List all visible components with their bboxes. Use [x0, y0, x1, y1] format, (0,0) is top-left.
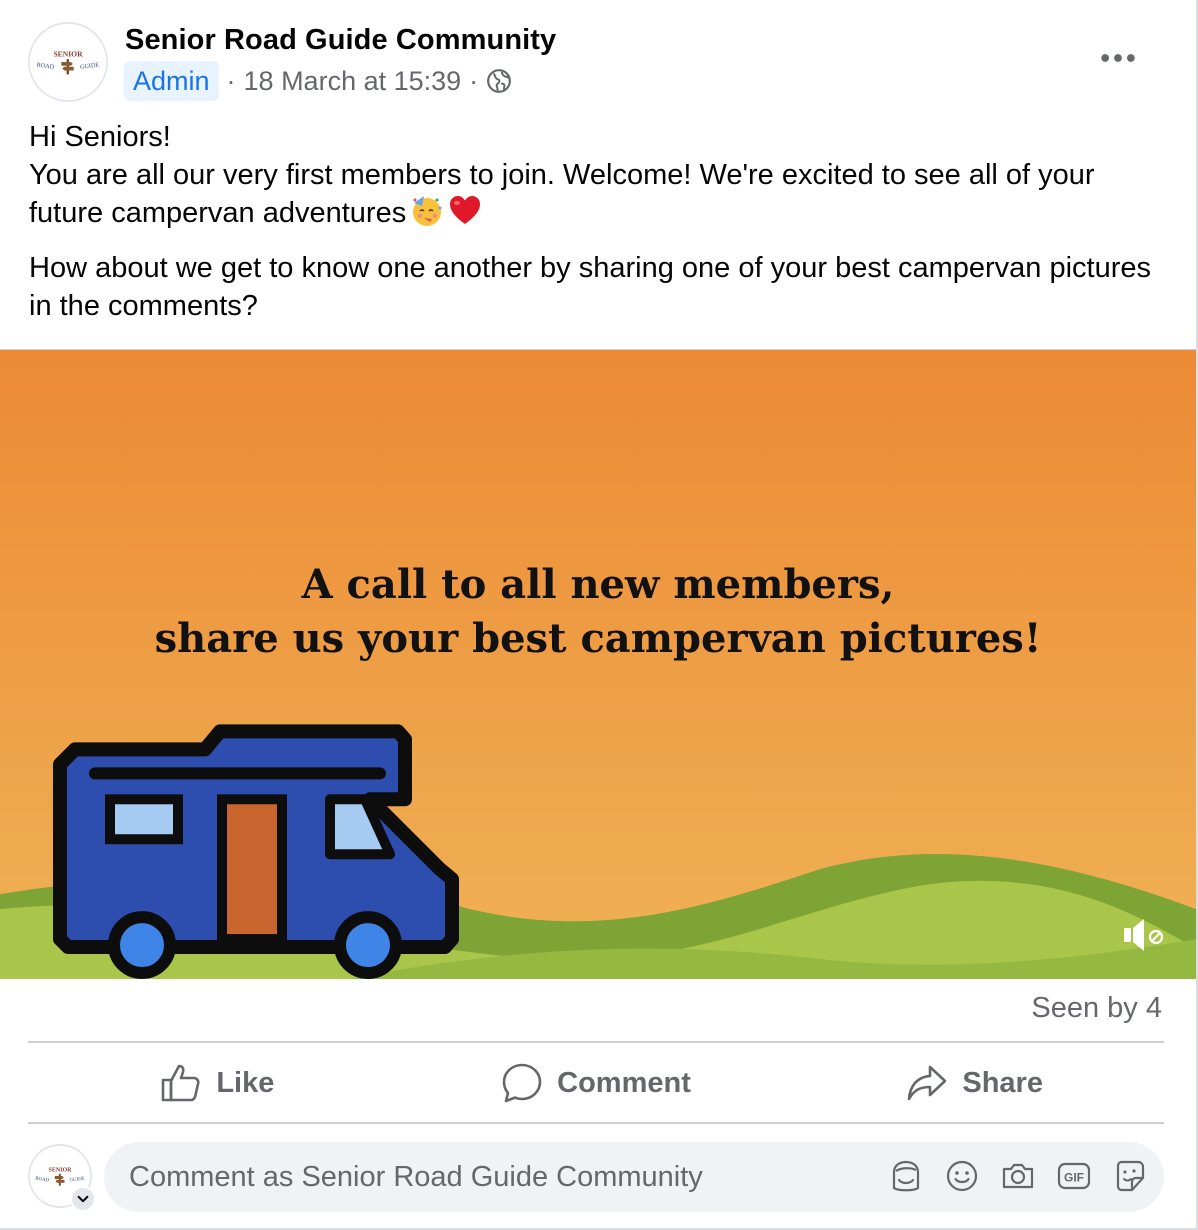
video-headline-line1: A call to all new members,	[301, 561, 895, 608]
gif-icon[interactable]: GIF	[1056, 1158, 1092, 1194]
red-heart-emoji	[448, 194, 482, 228]
admin-badge[interactable]: Admin	[124, 61, 219, 101]
video-player[interactable]: A call to all new members, share us your…	[0, 349, 1196, 979]
post-body: Hi Seniors! You are all our very first m…	[29, 118, 1169, 342]
group-logo: SENIOR ROAD GUIDE	[30, 24, 106, 100]
post-card: SENIOR ROAD GUIDE Senior Road Guide Comm…	[0, 0, 1198, 1230]
divider-bottom	[28, 1122, 1164, 1124]
like-button[interactable]: Like	[28, 1044, 407, 1122]
svg-text:GIF: GIF	[1064, 1171, 1084, 1185]
camera-icon[interactable]	[1000, 1158, 1036, 1194]
sticker-icon[interactable]	[1112, 1158, 1148, 1194]
share-button[interactable]: Share	[785, 1044, 1164, 1122]
emoji-icon[interactable]	[944, 1158, 980, 1194]
post-paragraph-2: How about we get to know one another by …	[29, 252, 1151, 322]
campervan-illustration	[53, 724, 459, 979]
globe-icon[interactable]	[486, 68, 512, 94]
share-arrow-icon	[908, 1065, 947, 1101]
post-meta: Admin · 18 March at 15:39 ·	[124, 61, 512, 101]
sound-muted-icon[interactable]	[1122, 915, 1166, 955]
divider-top	[28, 1041, 1164, 1043]
post-paragraph-1: You are all our very first members to jo…	[29, 156, 1169, 232]
comment-bubble-icon	[502, 1063, 542, 1103]
more-options-icon	[1101, 54, 1135, 62]
group-avatar[interactable]: SENIOR ROAD GUIDE	[28, 22, 108, 102]
commenter-logo-line1: SENIOR	[48, 1168, 72, 1174]
comment-button[interactable]: Comment	[407, 1044, 786, 1122]
avatar-sticker-icon[interactable]	[888, 1158, 924, 1194]
thumbs-up-icon	[162, 1064, 200, 1102]
post-actions: Like Comment Share	[28, 1044, 1164, 1122]
chevron-down-icon[interactable]	[70, 1186, 96, 1212]
video-headline-line2: share us your best campervan pictures!	[154, 615, 1042, 662]
comment-label: Comment	[557, 1066, 691, 1099]
comment-composer[interactable]: GIF	[104, 1142, 1164, 1212]
composer-icons: GIF	[888, 1158, 1148, 1194]
comment-input[interactable]	[129, 1160, 869, 1194]
commenter-avatar[interactable]: SENIOR ROAD GUIDE	[28, 1144, 96, 1212]
meta-separator-2: ·	[469, 65, 479, 96]
share-label: Share	[962, 1066, 1043, 1099]
more-options-button[interactable]	[1090, 40, 1146, 76]
meta-separator: ·	[226, 65, 236, 96]
post-paragraph-1-text: You are all our very first members to jo…	[29, 159, 1095, 229]
video-headline: A call to all new members, share us your…	[0, 558, 1196, 666]
like-label: Like	[216, 1066, 275, 1099]
partying-face-emoji	[410, 194, 444, 228]
group-name-link[interactable]: Senior Road Guide Community	[125, 24, 556, 57]
logo-line1: SENIOR	[53, 49, 83, 58]
post-greeting: Hi Seniors!	[29, 121, 171, 153]
post-timestamp[interactable]: 18 March at 15:39	[244, 66, 462, 97]
seen-by-count[interactable]: Seen by 4	[1031, 992, 1162, 1025]
